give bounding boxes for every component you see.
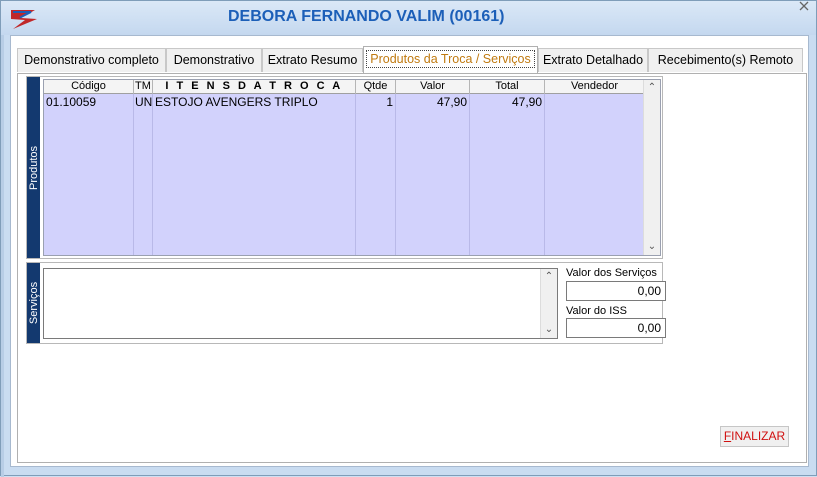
grid-header: Código TM I T E N S D A T R O C A Qtde V… [44, 80, 645, 94]
tab-label: Extrato Detalhado [542, 53, 644, 67]
finalizar-label: INALIZAR [731, 429, 786, 443]
tab-produtos-troca-servicos[interactable]: Produtos da Troca / Serviços [363, 46, 538, 73]
col-header-qtde[interactable]: Qtde [356, 80, 396, 94]
valor-iss-field[interactable]: 0,00 [566, 318, 666, 338]
produtos-grid[interactable]: Código TM I T E N S D A T R O C A Qtde V… [43, 79, 661, 256]
title-bar: DEBORA FERNANDO VALIM (00161) [1, 1, 816, 35]
col-header-tm[interactable]: TM [134, 80, 153, 94]
tab-demonstrativo[interactable]: Demonstrativo [166, 48, 262, 72]
col-divider [355, 94, 356, 255]
col-divider [152, 94, 153, 255]
grid-scrollbar[interactable]: ⌃ ⌄ [643, 80, 660, 255]
tab-label: Demonstrativo completo [24, 53, 159, 67]
scroll-down-icon[interactable]: ⌄ [541, 322, 557, 338]
col-header-valor[interactable]: Valor [396, 80, 470, 94]
cell-tm: UN [135, 95, 152, 109]
tab-label: Demonstrativo [173, 53, 255, 67]
cell-item: ESTOJO AVENGERS TRIPLO [155, 95, 318, 109]
app-window: DEBORA FERNANDO VALIM (00161) Demonstrat… [0, 0, 817, 477]
servicos-memo-text [44, 269, 557, 273]
servicos-group-label: Serviços [27, 263, 40, 343]
valor-servicos-field[interactable]: 0,00 [566, 281, 666, 301]
cell-qtde: 1 [386, 95, 393, 109]
tab-extrato-detalhado[interactable]: Extrato Detalhado [538, 48, 648, 72]
col-header-codigo[interactable]: Código [44, 80, 134, 94]
client-area: Demonstrativo completo Demonstrativo Ext… [10, 35, 809, 467]
tab-recebimentos-remoto[interactable]: Recebimento(s) Remoto [648, 48, 803, 72]
servicos-group: Serviços ⌃ ⌄ Valor dos Serviços 0,00 Val… [26, 262, 666, 344]
col-divider [133, 94, 134, 255]
servicos-memo[interactable]: ⌃ ⌄ [43, 268, 558, 339]
tab-panel-produtos-servicos: Produtos Código TM I T E N S D A T R O C… [17, 73, 807, 463]
tab-label: Extrato Resumo [267, 53, 358, 67]
window-left-border [1, 1, 4, 477]
col-header-itens-troca[interactable]: I T E N S D A T R O C A [153, 80, 356, 94]
app-logo-icon [11, 10, 37, 29]
scroll-down-icon[interactable]: ⌄ [644, 239, 660, 255]
cell-codigo: 01.10059 [46, 95, 97, 109]
cell-vendedor [547, 95, 643, 109]
tab-strip: Demonstrativo completo Demonstrativo Ext… [17, 46, 807, 73]
produtos-group: Produtos Código TM I T E N S D A T R O C… [26, 76, 663, 259]
tab-demonstrativo-completo[interactable]: Demonstrativo completo [17, 48, 166, 72]
col-divider [544, 94, 545, 255]
produtos-group-label: Produtos [27, 77, 40, 258]
col-divider [469, 94, 470, 255]
scroll-up-icon[interactable]: ⌃ [644, 80, 660, 96]
valor-servicos-label: Valor dos Serviços [566, 267, 657, 279]
tab-extrato-resumo[interactable]: Extrato Resumo [262, 48, 363, 72]
tab-label: Recebimento(s) Remoto [657, 53, 794, 67]
cell-total: 47,90 [511, 95, 542, 109]
close-window-icon[interactable] [798, 1, 810, 11]
finalizar-button[interactable]: FINALIZAR [720, 426, 789, 447]
window-title: DEBORA FERNANDO VALIM (00161) [228, 8, 505, 25]
col-divider [395, 94, 396, 255]
cell-valor: 47,90 [436, 95, 467, 109]
valor-iss-label: Valor do ISS [566, 305, 627, 317]
col-header-total[interactable]: Total [470, 80, 545, 94]
scroll-up-icon[interactable]: ⌃ [541, 269, 557, 285]
col-header-vendedor[interactable]: Vendedor [545, 80, 645, 94]
tab-label: Produtos da Troca / Serviços [366, 50, 535, 68]
memo-scrollbar[interactable]: ⌃ ⌄ [540, 269, 557, 338]
